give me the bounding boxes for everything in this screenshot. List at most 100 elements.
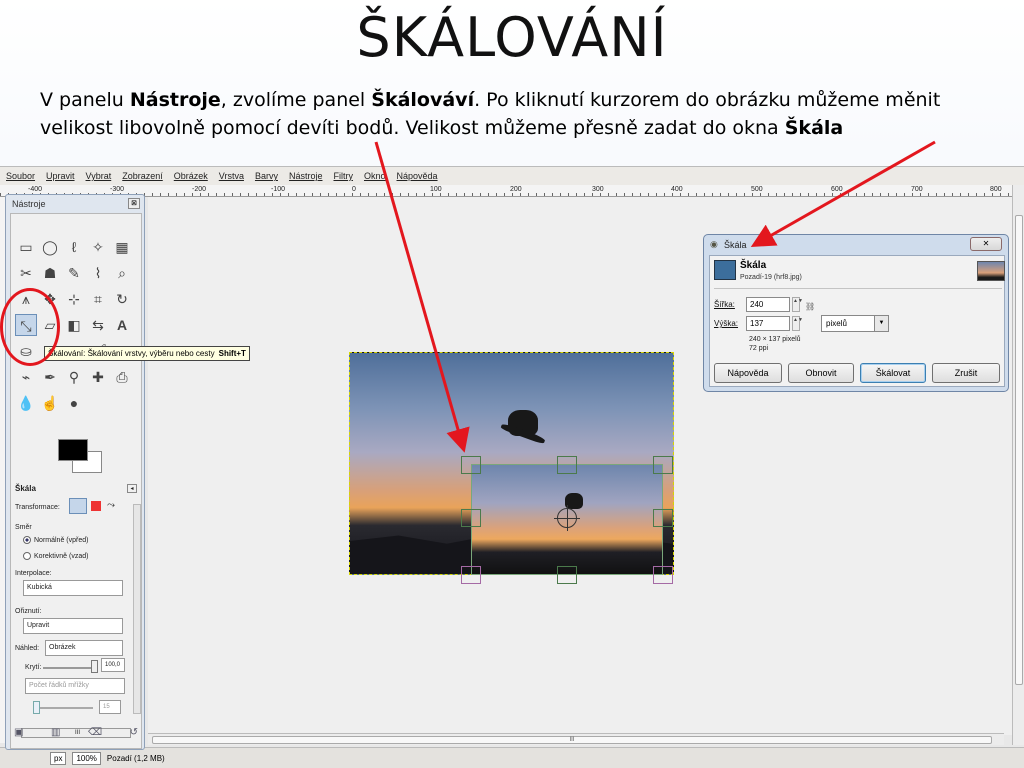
airbrush-icon[interactable]: ⌁ [15, 366, 37, 388]
opacity-slider-handle[interactable] [91, 660, 98, 673]
scale-handle[interactable] [461, 566, 481, 584]
transform-layer-icon[interactable] [69, 498, 87, 514]
help-button[interactable]: Nápověda [714, 363, 782, 383]
width-spinner[interactable]: ▲▼ [792, 297, 803, 312]
radio-icon [23, 552, 31, 560]
scale-handle[interactable] [461, 509, 481, 527]
scroll-thumb[interactable]: III [152, 736, 992, 744]
width-input[interactable]: 240 [746, 297, 790, 312]
direction-forward-radio[interactable]: Normálně (vpřed) [23, 536, 88, 544]
rect-select-icon[interactable]: ▭ [15, 236, 37, 258]
unit-select[interactable]: pixelů ▼ [821, 315, 889, 332]
grid-slider[interactable] [33, 707, 93, 709]
text-icon[interactable]: A [111, 314, 133, 336]
menu-window[interactable]: Okno [364, 171, 386, 181]
foreground-color[interactable] [58, 439, 88, 461]
grid-value[interactable]: 15 [99, 700, 121, 714]
scale-handle[interactable] [653, 509, 673, 527]
scale-handle[interactable] [653, 566, 673, 584]
fuzzy-select-icon[interactable]: ✧ [87, 236, 109, 258]
ruler-label: -400 [28, 186, 43, 193]
menu-view[interactable]: Zobrazení [122, 171, 163, 181]
unit-combo[interactable]: px [50, 752, 67, 765]
tooltip-text: Škálování: Škálování vrstvy, výběru nebo… [48, 349, 215, 358]
menu-filters[interactable]: Filtry [333, 171, 353, 181]
zoom-combo[interactable]: 100% [72, 752, 101, 765]
grid-slider-handle[interactable] [33, 701, 40, 714]
menu-file[interactable]: Soubor [6, 171, 35, 181]
scroll-thumb[interactable] [1015, 215, 1023, 685]
fg-bg-colors[interactable] [58, 439, 102, 475]
desc-text-1: V panelu [40, 89, 130, 111]
close-icon[interactable]: ✕ [970, 237, 1002, 251]
crop-icon[interactable]: ⌗ [87, 288, 109, 310]
scale-handle[interactable] [557, 456, 577, 474]
menu-layer[interactable]: Vrstva [219, 171, 244, 181]
scissors-icon[interactable]: ✂ [15, 262, 37, 284]
interpolation-select[interactable]: Kubická [23, 580, 123, 596]
menu-colors[interactable]: Barvy [255, 171, 278, 181]
height-spinner[interactable]: ▲▼ [792, 316, 803, 331]
reset-button[interactable]: Obnovit [788, 363, 854, 383]
lasso-icon[interactable]: ℓ [63, 236, 85, 258]
chain-link-icon[interactable]: ⛓ [805, 302, 815, 311]
blur-icon[interactable]: 💧 [15, 392, 37, 414]
horizontal-scrollbar[interactable]: III [148, 733, 1004, 745]
scale-handle[interactable] [653, 456, 673, 474]
dodge-burn-icon[interactable]: ● [63, 392, 85, 414]
options-scrollbar[interactable] [133, 504, 141, 714]
rotate-icon[interactable]: ↻ [111, 288, 133, 310]
perspective-icon[interactable]: ◧ [63, 314, 85, 336]
color-select-icon[interactable]: ▦ [111, 236, 133, 258]
ruler-label: 100 [430, 186, 442, 193]
heal-icon[interactable]: ✚ [87, 366, 109, 388]
menu-image[interactable]: Obrázek [174, 171, 208, 181]
zoom-icon[interactable]: ⌕ [111, 262, 133, 284]
flip-icon[interactable]: ⇆ [87, 314, 109, 336]
scale-dialog: ◉ Škála ✕ Škála Pozadí-19 (hrf8.jpg) Šíř… [703, 234, 1009, 392]
options-menu-icon[interactable]: ◂ [127, 484, 137, 493]
menu-tools[interactable]: Nástroje [289, 171, 323, 181]
toolbox-bottom-bar: ▣ ▥ ⌫ ↺ [14, 727, 138, 743]
interpolation-label: Interpolace: [15, 570, 52, 577]
ellipse-select-icon[interactable]: ◯ [39, 236, 61, 258]
delete-options-icon[interactable]: ⌫ [88, 727, 102, 743]
restore-options-icon[interactable]: ▥ [51, 727, 60, 743]
layer-thumbnail [977, 261, 1005, 281]
ruler-label: -100 [271, 186, 286, 193]
horizontal-ruler[interactable] [0, 185, 1012, 197]
ruler-label: 0 [352, 186, 356, 193]
menu-help[interactable]: Nápověda [397, 171, 438, 181]
direction-backward-radio[interactable]: Korektivně (vzad) [23, 552, 88, 560]
clone-icon[interactable]: ⚲ [63, 366, 85, 388]
opacity-slider[interactable] [43, 667, 95, 669]
scale-handle[interactable] [557, 566, 577, 584]
ruler-label: 300 [592, 186, 604, 193]
desc-bold-scale: Škála [784, 117, 844, 139]
clipping-select[interactable]: Upravit [23, 618, 123, 634]
preview-select[interactable]: Obrázek [45, 640, 123, 656]
cancel-button[interactable]: Zrušit [932, 363, 1000, 383]
radio-icon [23, 536, 31, 544]
reset-options-icon[interactable]: ↺ [130, 727, 138, 743]
save-options-icon[interactable]: ▣ [14, 727, 23, 743]
close-icon[interactable]: ⊠ [128, 198, 140, 209]
ink-icon[interactable]: ✒ [39, 366, 61, 388]
vertical-scrollbar[interactable] [1012, 185, 1024, 745]
menu-select[interactable]: Vybrat [86, 171, 112, 181]
menu-edit[interactable]: Upravit [46, 171, 75, 181]
transform-path-icon[interactable]: ⤳ [107, 500, 115, 511]
opacity-value[interactable]: 100,0 [101, 658, 125, 672]
scale-handle[interactable] [461, 456, 481, 474]
grid-lines-select[interactable]: Počet řádků mřížky [25, 678, 125, 694]
smudge-icon[interactable]: ☝ [39, 392, 61, 414]
center-crosshair[interactable] [554, 505, 580, 531]
height-input[interactable]: 137 [746, 316, 790, 331]
scale-button[interactable]: Škálovat [860, 363, 926, 383]
transform-selection-icon[interactable] [91, 501, 101, 511]
paths-icon[interactable]: ✎ [63, 262, 85, 284]
foreground-select-icon[interactable]: ☗ [39, 262, 61, 284]
align-icon[interactable]: ⊹ [63, 288, 85, 310]
color-picker-icon[interactable]: ⌇ [87, 262, 109, 284]
perspective-clone-icon[interactable]: ⎙ [111, 366, 133, 388]
